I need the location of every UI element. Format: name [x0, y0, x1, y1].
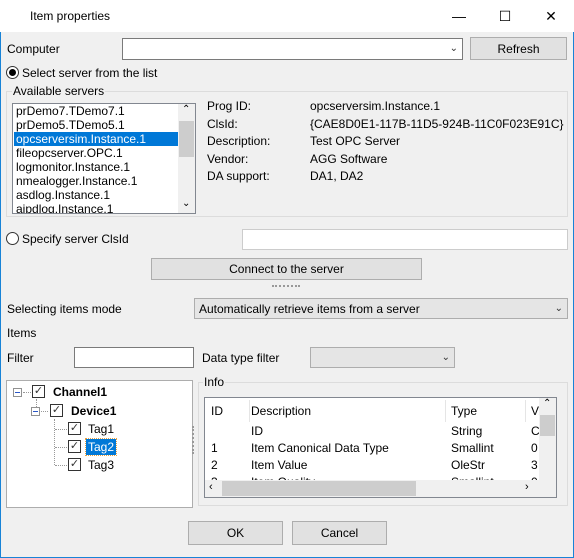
ok-button[interactable]: OK — [188, 521, 283, 545]
minimize-button[interactable]: — — [436, 0, 482, 32]
items-tree[interactable]: ✓ Channel1 ✓ Device1 ✓ Tag1 ✓ Tag2 ✓ Tag3 — [6, 380, 193, 508]
tag-checkbox[interactable]: ✓ — [68, 458, 81, 471]
info-vscrollbar[interactable]: ⌃ — [539, 398, 556, 480]
tree-node-tag[interactable]: Tag3 — [86, 457, 116, 473]
tree-node-device[interactable]: Device1 — [71, 404, 116, 418]
column-header[interactable]: Type — [451, 401, 477, 421]
scroll-thumb[interactable] — [179, 121, 194, 157]
property-label: Description: — [207, 134, 271, 148]
scroll-down-icon[interactable]: ⌄ — [182, 198, 190, 209]
computer-label: Computer — [7, 42, 60, 56]
property-label: Vendor: — [207, 151, 249, 166]
scroll-right-icon[interactable]: › — [525, 481, 529, 493]
table-cell: Smallint — [451, 441, 494, 455]
vertical-splitter[interactable] — [192, 426, 195, 454]
property-value: AGG Software — [310, 151, 388, 166]
info-hscrollbar[interactable]: ‹ › — [205, 480, 556, 497]
server-list-item[interactable]: fileopcserver.OPC.1 — [14, 146, 179, 160]
cancel-button[interactable]: Cancel — [292, 521, 387, 545]
server-list-item[interactable]: logmonitor.Instance.1 — [14, 160, 179, 174]
column-header[interactable]: ID — [211, 401, 223, 421]
channel-checkbox[interactable]: ✓ — [32, 385, 45, 398]
tree-line — [23, 392, 31, 393]
tag-checkbox[interactable]: ✓ — [68, 422, 81, 435]
filter-input[interactable] — [74, 347, 194, 368]
tree-line — [54, 419, 55, 465]
property-value: DA1, DA2 — [310, 169, 364, 183]
connect-button[interactable]: Connect to the server — [151, 258, 422, 280]
collapse-icon[interactable] — [13, 388, 22, 397]
scroll-left-icon[interactable]: ‹ — [209, 481, 213, 493]
column-header[interactable]: Description — [251, 401, 311, 421]
property-label: Prog ID: — [207, 99, 252, 113]
table-cell: 1 — [211, 441, 218, 455]
data-type-filter-label: Data type filter — [202, 351, 280, 365]
scroll-up-icon[interactable]: ⌃ — [182, 104, 190, 115]
tree-line — [55, 429, 67, 430]
property-value: Test OPC Server — [310, 134, 401, 148]
server-list-item[interactable]: asdlog.Instance.1 — [14, 188, 179, 202]
select-from-list-label: Select server from the list — [22, 66, 158, 80]
data-type-filter-combo[interactable]: ⌄ — [310, 347, 455, 368]
property-value: opcserversim.Instance.1 — [310, 99, 441, 113]
table-cell: ID — [251, 424, 263, 438]
table-cell: Item Canonical Data Type — [251, 441, 389, 455]
available-servers-label: Available servers — [12, 84, 106, 98]
property-value: {CAE8D0E1-117B-11D5-924B-11C0F023E91C} — [310, 116, 564, 131]
device-checkbox[interactable]: ✓ — [50, 404, 63, 417]
column-divider[interactable] — [249, 400, 250, 422]
column-divider[interactable] — [445, 400, 446, 422]
items-mode-value: Automatically retrieve items from a serv… — [199, 302, 420, 316]
property-label: ClsId: — [207, 116, 238, 131]
column-divider[interactable] — [525, 400, 526, 422]
tree-node-tag[interactable]: Tag1 — [86, 421, 116, 437]
server-list-item[interactable]: nmealogger.Instance.1 — [14, 174, 179, 188]
window-title: Item properties — [30, 9, 111, 23]
table-cell: Item Value — [251, 458, 308, 472]
info-label: Info — [203, 375, 226, 389]
title-bar: Item properties — ☐ ✕ — [0, 0, 574, 32]
tag-checkbox[interactable]: ✓ — [68, 440, 81, 453]
specify-clsid-radio[interactable] — [6, 232, 19, 245]
maximize-button[interactable]: ☐ — [482, 0, 528, 32]
items-mode-label: Selecting items mode — [7, 302, 122, 316]
hscroll-thumb[interactable] — [222, 481, 416, 496]
scroll-up-icon[interactable]: ⌃ — [543, 398, 551, 409]
tree-line — [36, 399, 37, 407]
computer-combo[interactable]: ⌄ — [122, 38, 463, 60]
tree-node-channel[interactable]: Channel1 — [53, 385, 107, 399]
server-list-item[interactable]: opcserversim.Instance.1 — [14, 132, 179, 146]
chevron-down-icon: ⌄ — [449, 42, 458, 54]
property-label: DA support: — [207, 169, 270, 183]
clsid-input[interactable] — [242, 229, 568, 250]
table-cell: String — [451, 424, 483, 438]
servers-listbox[interactable]: prDemo7.TDemo7.1 prDemo5.TDemo5.1 opcserve… — [12, 103, 196, 214]
servers-scrollbar[interactable]: ⌃ ⌄ — [178, 104, 195, 213]
chevron-down-icon: ⌄ — [554, 302, 563, 314]
items-label: Items — [7, 326, 37, 340]
table-cell: OleStr — [451, 458, 486, 472]
refresh-button[interactable]: Refresh — [470, 37, 567, 60]
server-list-item[interactable]: aipdlog.Instance.1 — [14, 202, 179, 213]
table-cell: 2 — [211, 458, 218, 472]
tree-line — [55, 465, 67, 466]
info-table[interactable]: IDDescriptionTypeV...IDStringCl1Item Can… — [204, 397, 557, 498]
chevron-down-icon: ⌄ — [441, 351, 450, 363]
scroll-thumb[interactable] — [540, 415, 555, 436]
close-button[interactable]: ✕ — [528, 0, 574, 32]
tree-line — [55, 447, 67, 448]
tree-line — [41, 411, 48, 412]
splitter-handle[interactable] — [272, 285, 300, 287]
tree-node-tag[interactable]: Tag2 — [84, 438, 118, 456]
collapse-icon[interactable] — [31, 407, 40, 416]
server-list-item[interactable]: prDemo5.TDemo5.1 — [14, 118, 179, 132]
select-from-list-radio[interactable] — [6, 66, 19, 79]
items-mode-combo[interactable]: Automatically retrieve items from a serv… — [194, 298, 568, 319]
server-list-item[interactable]: prDemo7.TDemo7.1 — [14, 104, 179, 118]
specify-clsid-label: Specify server ClsId — [22, 232, 129, 246]
filter-label: Filter — [7, 351, 34, 365]
